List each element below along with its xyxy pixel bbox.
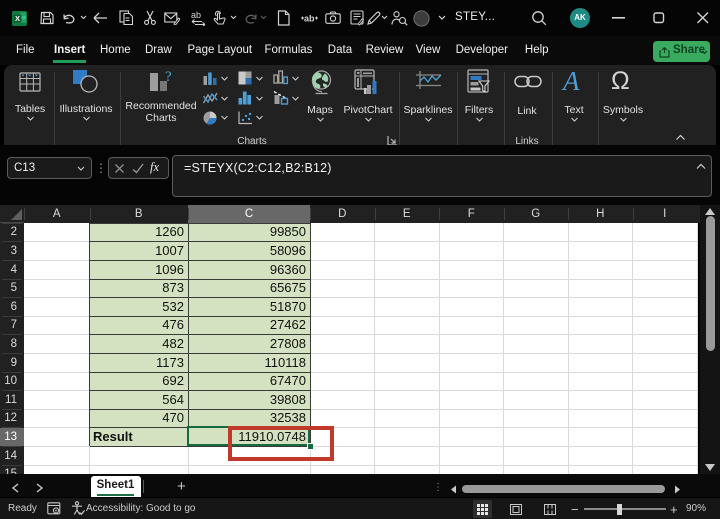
svg-text:ab: ab	[304, 14, 315, 24]
svg-text:ab: ab	[191, 10, 201, 20]
svg-text:?: ?	[165, 69, 172, 85]
svg-text:X: X	[15, 14, 20, 23]
